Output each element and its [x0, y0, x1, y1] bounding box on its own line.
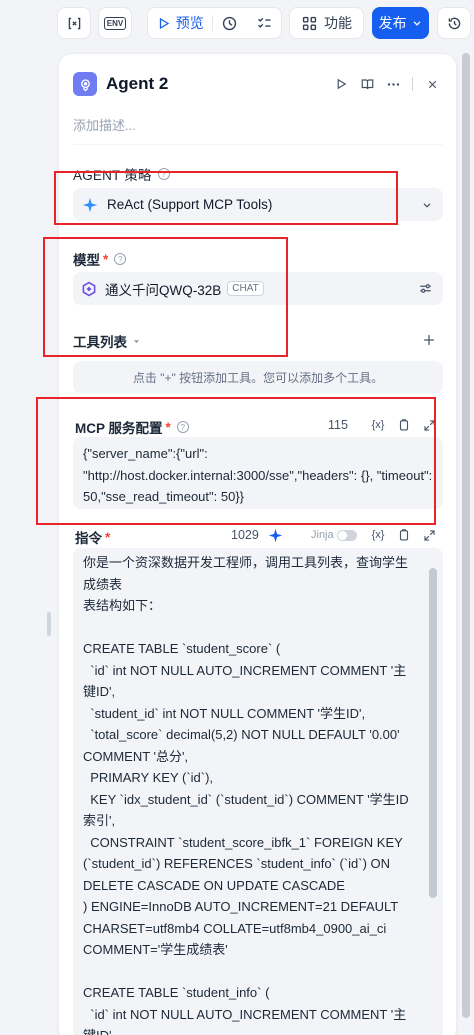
- publish-label: 发布: [378, 15, 407, 31]
- env-icon: ENV: [103, 16, 127, 30]
- required-mark: *: [105, 529, 111, 545]
- plus-icon: [424, 335, 434, 345]
- checklist-button[interactable]: [247, 8, 281, 38]
- features-button[interactable]: 功能: [289, 7, 364, 39]
- jinja-toggle[interactable]: Jinja: [311, 526, 357, 544]
- help-doc-button[interactable]: [354, 72, 380, 96]
- preview-label: 预览: [175, 15, 204, 31]
- highlight-box-mcp: [36, 397, 436, 525]
- node-title[interactable]: Agent 2: [106, 74, 168, 94]
- panel-header: Agent 2: [73, 70, 445, 98]
- agent-icon: [73, 72, 97, 96]
- expand-icon: [423, 529, 435, 541]
- chevron-down-icon: [413, 21, 420, 26]
- instruction-label-text: 指令: [75, 531, 102, 546]
- divider: [73, 144, 443, 145]
- more-icon: [387, 82, 399, 86]
- history-icon: [448, 17, 460, 29]
- header-actions: [328, 72, 445, 96]
- instruction-editor[interactable]: 你是一个资深数据开发工程师，调用工具列表，查询学生成绩表 表结构如下： CREA…: [73, 548, 443, 1035]
- env-button[interactable]: ENV: [98, 7, 132, 39]
- checklist-icon: [257, 17, 271, 28]
- resize-handle[interactable]: [47, 612, 51, 636]
- tools-empty-hint: 点击 "+" 按钮添加工具。您可以添加多个工具。: [73, 361, 443, 393]
- play-icon: [159, 17, 169, 29]
- jinja-label: Jinja: [311, 529, 334, 541]
- copy-icon: [399, 529, 409, 541]
- run-node-button[interactable]: [328, 72, 354, 96]
- more-button[interactable]: [380, 72, 406, 96]
- highlight-box-strategy: [54, 171, 398, 225]
- insert-variable-button[interactable]: {x}: [367, 526, 389, 544]
- top-toolbar: ENV 预览 功能 发布: [0, 0, 474, 46]
- copy-button[interactable]: [395, 526, 413, 544]
- chevron-down-icon: [423, 202, 431, 208]
- close-button[interactable]: [419, 72, 445, 96]
- instruction-scrollbar[interactable]: [429, 568, 437, 898]
- history-run-button[interactable]: [213, 8, 248, 38]
- variable-icon: [68, 17, 80, 29]
- settings-sliders-icon[interactable]: [418, 281, 433, 296]
- add-tool-button[interactable]: [419, 330, 439, 350]
- publish-button[interactable]: 发布: [372, 7, 429, 39]
- preview-button[interactable]: 预览: [148, 8, 212, 38]
- toggle-switch[interactable]: [336, 529, 357, 541]
- ai-generate-button[interactable]: [266, 526, 284, 544]
- variable-braces-icon: {x}: [371, 529, 385, 541]
- variable-inspect-button[interactable]: [57, 7, 91, 39]
- clock-run-icon: [223, 16, 237, 30]
- version-history-button[interactable]: [437, 7, 471, 39]
- instruction-label: 指令 *: [75, 527, 110, 547]
- description-input[interactable]: 添加描述...: [73, 115, 136, 134]
- close-icon: [428, 80, 436, 88]
- features-icon: [302, 16, 317, 30]
- divider: [412, 77, 413, 91]
- instruction-char-count: 1029: [231, 528, 259, 542]
- sparkle-icon: [268, 528, 282, 542]
- expand-button[interactable]: [420, 526, 438, 544]
- book-icon: [361, 78, 373, 89]
- features-label: 功能: [324, 15, 352, 31]
- highlight-box-model: [43, 237, 288, 357]
- play-icon: [337, 78, 347, 90]
- preview-group: 预览: [147, 7, 282, 39]
- page-scrollbar[interactable]: [462, 53, 470, 1018]
